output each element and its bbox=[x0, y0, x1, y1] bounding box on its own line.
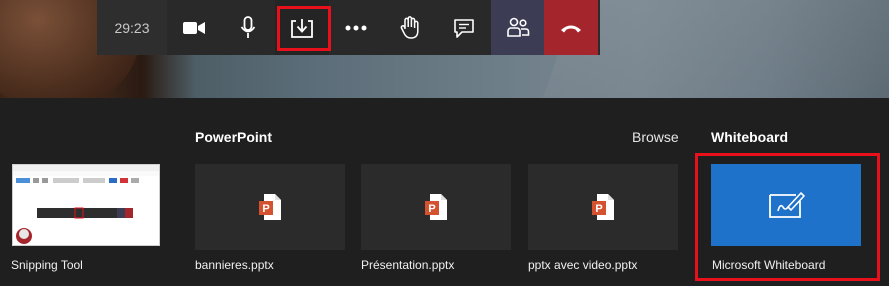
camera-toggle-button[interactable] bbox=[167, 0, 221, 55]
hang-up-button[interactable] bbox=[544, 0, 598, 55]
pptx-file-tile-1[interactable]: P bbox=[195, 164, 345, 250]
hang-up-icon bbox=[561, 25, 581, 32]
snipping-tool-thumbnail[interactable] bbox=[12, 164, 160, 246]
share-tray: Snipping Tool PowerPoint Browse P bannie… bbox=[0, 98, 889, 286]
chat-icon bbox=[454, 18, 474, 38]
svg-text:P: P bbox=[428, 203, 435, 215]
powerpoint-section-title: PowerPoint bbox=[195, 129, 273, 145]
participants-icon bbox=[506, 17, 529, 37]
chat-button[interactable] bbox=[437, 0, 491, 55]
call-controls-toolbar: 29:23 bbox=[97, 0, 600, 55]
microphone-icon bbox=[240, 15, 256, 38]
svg-text:P: P bbox=[595, 203, 602, 215]
raise-hand-icon bbox=[400, 15, 419, 39]
browse-button[interactable]: Browse bbox=[632, 129, 679, 145]
whiteboard-pen-icon bbox=[769, 192, 805, 218]
microsoft-whiteboard-tile[interactable] bbox=[711, 164, 861, 246]
microphone-toggle-button[interactable] bbox=[221, 0, 275, 55]
snipping-tool-label: Snipping Tool bbox=[11, 258, 83, 272]
call-timer: 29:23 bbox=[97, 0, 167, 55]
pptx-file-name-2: Présentation.pptx bbox=[361, 258, 455, 272]
svg-text:P: P bbox=[262, 203, 269, 215]
pptx-file-name-1: bannieres.pptx bbox=[195, 258, 274, 272]
window-preview-image bbox=[13, 165, 159, 245]
powerpoint-file-icon: P bbox=[425, 194, 447, 220]
whiteboard-section-title: Whiteboard bbox=[711, 129, 788, 145]
powerpoint-file-icon: P bbox=[592, 194, 614, 220]
share-content-button[interactable] bbox=[275, 0, 329, 55]
pptx-file-name-3: pptx avec video.pptx bbox=[528, 258, 638, 272]
more-options-icon bbox=[345, 25, 367, 30]
microsoft-whiteboard-label: Microsoft Whiteboard bbox=[712, 258, 826, 272]
share-tray-icon bbox=[291, 18, 313, 38]
video-camera-icon bbox=[183, 21, 205, 34]
pptx-file-tile-2[interactable]: P bbox=[361, 164, 511, 250]
participants-button[interactable] bbox=[491, 0, 544, 55]
powerpoint-file-icon: P bbox=[259, 194, 281, 220]
raise-hand-button[interactable] bbox=[383, 0, 437, 55]
pptx-file-tile-3[interactable]: P bbox=[528, 164, 678, 250]
more-options-button[interactable] bbox=[329, 0, 383, 55]
